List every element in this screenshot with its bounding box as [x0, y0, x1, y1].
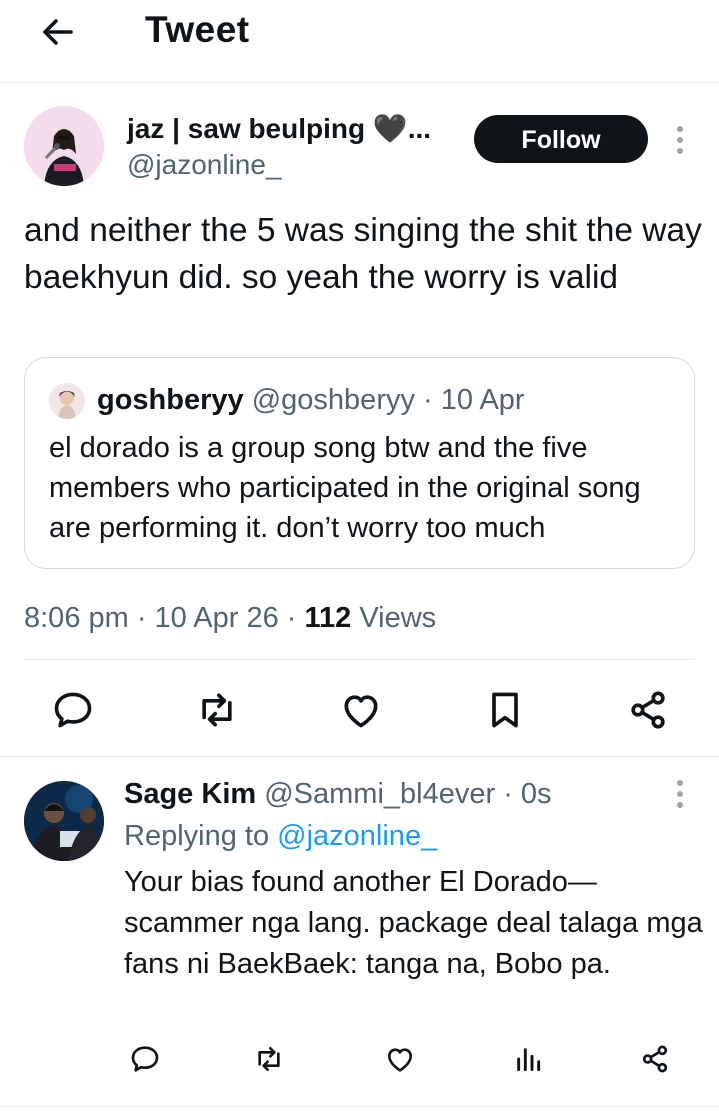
quoted-text: el dorado is a group song btw and the fi…: [49, 432, 641, 544]
divider: [24, 659, 695, 660]
tweet-timestamp: 8:06 pm · 10 Apr 26 ·: [24, 602, 305, 634]
share-icon[interactable]: [626, 688, 670, 732]
author-avatar[interactable]: [24, 106, 104, 186]
reply-text: Your bias found another El Dorado— scamm…: [124, 866, 703, 980]
retweet-icon[interactable]: [253, 1043, 285, 1075]
quoted-author-meta: @goshberyy · 10 Apr: [251, 384, 525, 416]
bookmark-icon[interactable]: [483, 688, 527, 732]
replying-to-handle[interactable]: @jazonline_: [277, 820, 437, 852]
divider: [0, 1106, 719, 1107]
back-arrow-icon[interactable]: [38, 12, 78, 52]
like-icon[interactable]: [384, 1043, 416, 1075]
retweet-icon[interactable]: [195, 688, 239, 732]
reply-more-options-icon[interactable]: [676, 780, 684, 810]
share-icon[interactable]: [639, 1043, 671, 1075]
tweet-meta: 8:06 pm · 10 Apr 26 · 112 Views: [24, 598, 436, 638]
reply-author-meta: @Sammi_bl4ever · 0s: [264, 778, 552, 810]
reply-header: Sage Kim @Sammi_bl4ever · 0s: [124, 774, 552, 814]
reply-author-avatar[interactable]: [24, 781, 104, 861]
quoted-author-name: goshberyy: [97, 384, 244, 416]
quoted-header: goshberyy @goshberyy · 10 Apr: [97, 380, 525, 420]
follow-button[interactable]: Follow: [474, 115, 648, 163]
reply-icon[interactable]: [51, 688, 95, 732]
divider: [0, 756, 719, 757]
views-label: Views: [351, 602, 437, 634]
top-bar: [0, 0, 719, 83]
quoted-author-avatar: [49, 383, 85, 419]
replying-to-label: Replying to: [124, 820, 278, 852]
more-options-icon[interactable]: [676, 126, 684, 156]
reply-author-name[interactable]: Sage Kim: [124, 778, 256, 810]
like-icon[interactable]: [339, 688, 383, 732]
author-name[interactable]: jaz | saw beulping 🖤...: [127, 112, 431, 146]
author-handle[interactable]: @jazonline_: [127, 148, 282, 182]
replying-to: Replying to @jazonline_: [124, 816, 437, 856]
tweet-text: and neither the 5 was singing the shit t…: [24, 212, 702, 296]
reply-icon[interactable]: [129, 1043, 161, 1075]
page-title: Tweet: [145, 9, 250, 50]
views-icon[interactable]: [512, 1043, 544, 1075]
views-count: 112: [304, 602, 352, 634]
